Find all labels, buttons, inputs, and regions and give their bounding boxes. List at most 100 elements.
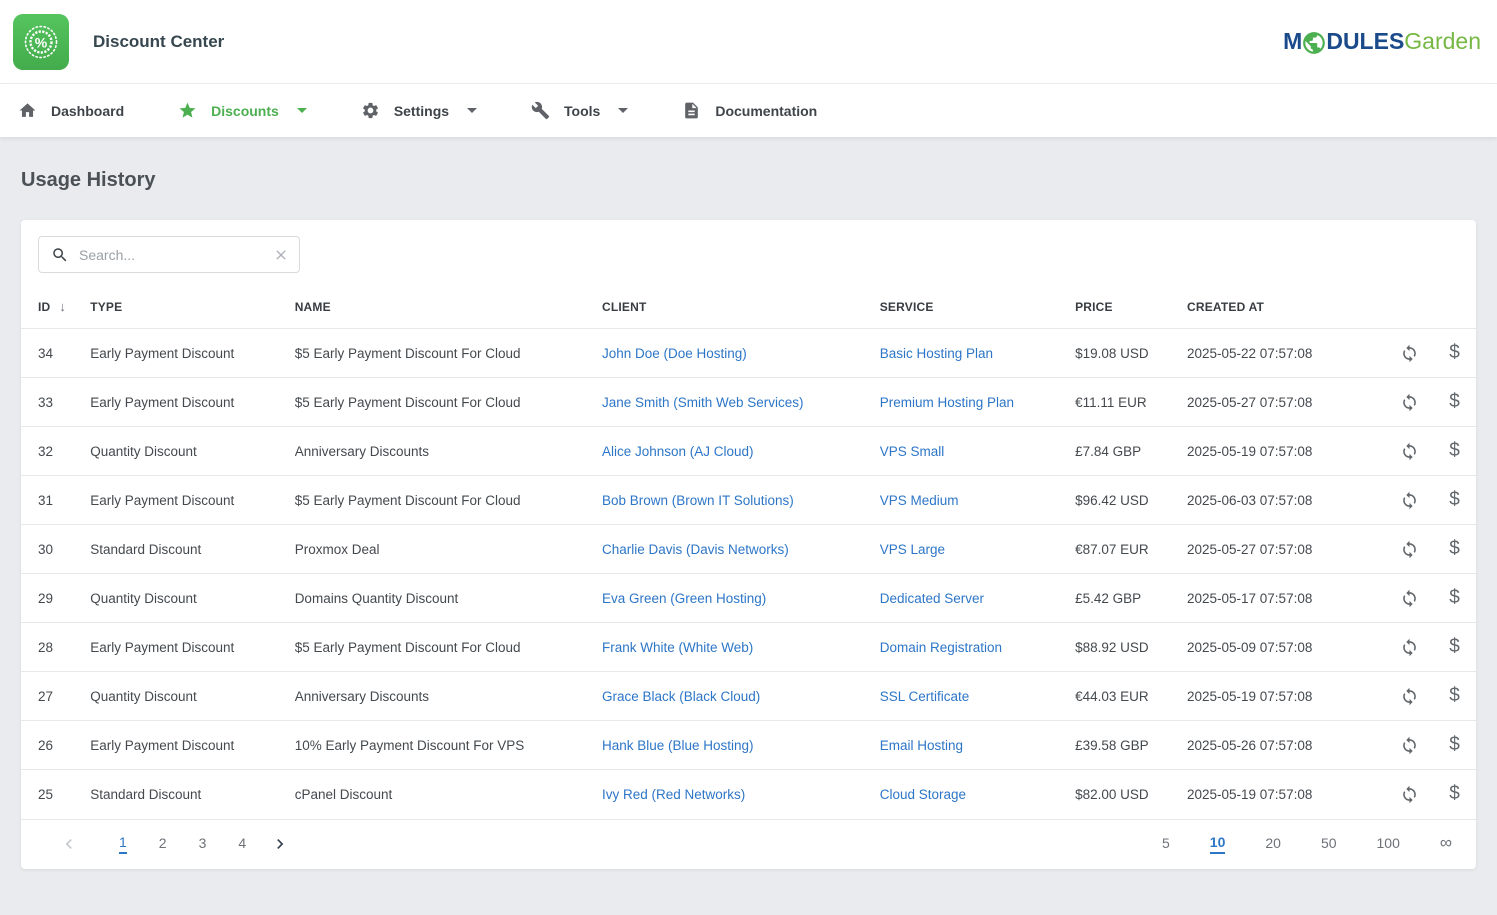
page-number-1[interactable]: 1 <box>119 834 127 854</box>
cell-type: Quantity Discount <box>90 672 295 721</box>
sync-icon[interactable] <box>1396 486 1424 514</box>
sync-icon[interactable] <box>1396 437 1424 465</box>
table-row: 28 Early Payment Discount $5 Early Payme… <box>21 623 1476 672</box>
service-link[interactable]: VPS Large <box>880 542 945 557</box>
sync-icon[interactable] <box>1396 388 1424 416</box>
client-link[interactable]: Bob Brown (Brown IT Solutions) <box>602 493 794 508</box>
money-icon[interactable]: $ <box>1441 535 1469 563</box>
globe-icon <box>1301 30 1327 56</box>
client-link[interactable]: Ivy Red (Red Networks) <box>602 787 745 802</box>
page-app-title: Discount Center <box>93 32 224 52</box>
sync-icon[interactable] <box>1396 780 1424 808</box>
page-navigation: 1 2 3 4 <box>59 834 290 854</box>
cell-created-at: 2025-05-27 07:57:08 <box>1187 525 1386 574</box>
nav-item-discounts[interactable]: Discounts <box>178 101 307 120</box>
pagination-bar: 1 2 3 4 5 10 20 50 100 ∞ <box>21 819 1476 869</box>
cell-price: £39.58 GBP <box>1075 721 1187 770</box>
client-link[interactable]: Grace Black (Black Cloud) <box>602 689 760 704</box>
column-header-type[interactable]: TYPE <box>90 281 295 329</box>
service-link[interactable]: Email Hosting <box>880 738 963 753</box>
column-header-name[interactable]: NAME <box>295 281 602 329</box>
cell-action-money: $ <box>1433 574 1476 623</box>
cell-action-sync <box>1386 329 1433 378</box>
money-icon[interactable]: $ <box>1441 731 1469 759</box>
sync-icon[interactable] <box>1396 731 1424 759</box>
page-size-5[interactable]: 5 <box>1162 835 1170 853</box>
nav-item-dashboard[interactable]: Dashboard <box>18 101 124 120</box>
column-header-service[interactable]: SERVICE <box>880 281 1075 329</box>
column-header-price[interactable]: PRICE <box>1075 281 1187 329</box>
money-icon[interactable]: $ <box>1441 584 1469 612</box>
client-link[interactable]: Alice Johnson (AJ Cloud) <box>602 444 754 459</box>
client-link[interactable]: Charlie Davis (Davis Networks) <box>602 542 789 557</box>
cell-client: Grace Black (Black Cloud) <box>602 672 880 721</box>
cell-price: €87.07 EUR <box>1075 525 1187 574</box>
cell-service: VPS Small <box>880 427 1075 476</box>
column-header-created-at[interactable]: CREATED AT <box>1187 281 1386 329</box>
nav-item-documentation[interactable]: Documentation <box>682 101 817 120</box>
client-link[interactable]: Eva Green (Green Hosting) <box>602 591 766 606</box>
client-link[interactable]: John Doe (Doe Hosting) <box>602 346 747 361</box>
cell-price: €44.03 EUR <box>1075 672 1187 721</box>
page-size-infinity[interactable]: ∞ <box>1440 836 1452 852</box>
search-box[interactable] <box>38 236 300 273</box>
page-size-100[interactable]: 100 <box>1377 835 1400 853</box>
service-link[interactable]: Cloud Storage <box>880 787 966 802</box>
service-link[interactable]: Premium Hosting Plan <box>880 395 1014 410</box>
money-icon[interactable]: $ <box>1441 682 1469 710</box>
column-header-client[interactable]: CLIENT <box>602 281 880 329</box>
page-number-2[interactable]: 2 <box>159 835 167 853</box>
client-link[interactable]: Hank Blue (Blue Hosting) <box>602 738 754 753</box>
money-icon[interactable]: $ <box>1441 437 1469 465</box>
service-link[interactable]: SSL Certificate <box>880 689 970 704</box>
table-row: 33 Early Payment Discount $5 Early Payme… <box>21 378 1476 427</box>
cell-action-sync <box>1386 721 1433 770</box>
cell-action-money: $ <box>1433 427 1476 476</box>
close-icon[interactable] <box>273 247 289 263</box>
sync-icon[interactable] <box>1396 633 1424 661</box>
money-icon[interactable]: $ <box>1441 633 1469 661</box>
cell-created-at: 2025-05-22 07:57:08 <box>1187 329 1386 378</box>
client-link[interactable]: Jane Smith (Smith Web Services) <box>602 395 804 410</box>
cell-action-sync <box>1386 427 1433 476</box>
cell-action-sync <box>1386 525 1433 574</box>
cell-service: Cloud Storage <box>880 770 1075 819</box>
page-size-20[interactable]: 20 <box>1265 835 1281 853</box>
money-icon[interactable]: $ <box>1441 780 1469 808</box>
cell-id: 25 <box>21 770 90 819</box>
client-link[interactable]: Frank White (White Web) <box>602 640 753 655</box>
page-number-4[interactable]: 4 <box>238 835 246 853</box>
money-icon[interactable]: $ <box>1441 486 1469 514</box>
service-link[interactable]: VPS Medium <box>880 493 959 508</box>
cell-action-sync <box>1386 672 1433 721</box>
cell-name: 10% Early Payment Discount For VPS <box>295 721 602 770</box>
service-link[interactable]: Domain Registration <box>880 640 1002 655</box>
search-input[interactable] <box>79 247 273 263</box>
cell-type: Early Payment Discount <box>90 721 295 770</box>
cell-name: cPanel Discount <box>295 770 602 819</box>
service-link[interactable]: Basic Hosting Plan <box>880 346 993 361</box>
gear-icon <box>361 101 380 120</box>
sync-icon[interactable] <box>1396 535 1424 563</box>
page-size-10[interactable]: 10 <box>1210 834 1226 854</box>
sync-icon[interactable] <box>1396 584 1424 612</box>
money-icon[interactable]: $ <box>1441 388 1469 416</box>
cell-client: Ivy Red (Red Networks) <box>602 770 880 819</box>
money-icon[interactable]: $ <box>1441 339 1469 367</box>
cell-id: 30 <box>21 525 90 574</box>
service-link[interactable]: Dedicated Server <box>880 591 984 606</box>
sync-icon[interactable] <box>1396 682 1424 710</box>
nav-item-settings[interactable]: Settings <box>361 101 477 120</box>
chevron-left-icon[interactable] <box>59 834 79 854</box>
sort-desc-icon[interactable]: ↓ <box>59 299 66 314</box>
percent-badge-icon: % <box>21 22 61 62</box>
wrench-icon <box>531 101 550 120</box>
column-header-id[interactable]: ID↓ <box>21 281 90 329</box>
page-size-50[interactable]: 50 <box>1321 835 1337 853</box>
cell-action-money: $ <box>1433 770 1476 819</box>
sync-icon[interactable] <box>1396 339 1424 367</box>
chevron-right-icon[interactable] <box>270 834 290 854</box>
service-link[interactable]: VPS Small <box>880 444 945 459</box>
page-number-3[interactable]: 3 <box>199 835 207 853</box>
nav-item-tools[interactable]: Tools <box>531 101 628 120</box>
